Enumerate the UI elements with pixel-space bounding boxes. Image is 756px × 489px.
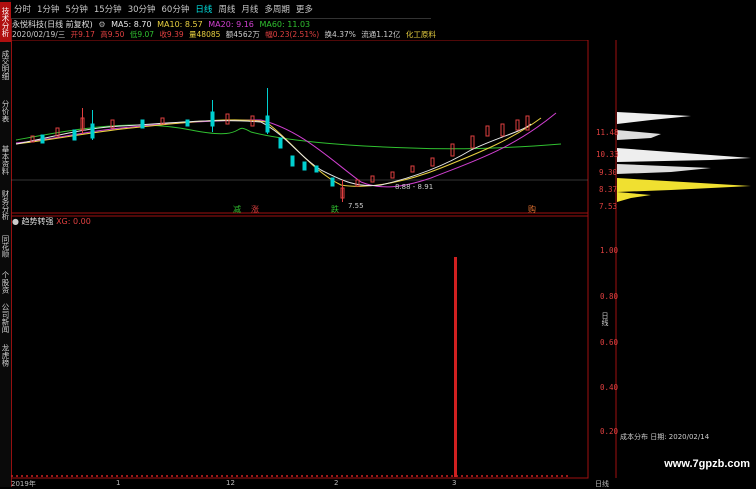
ma20-line: [15, 112, 557, 188]
stock-name: 永悦科技(日线 前复权): [12, 20, 93, 29]
toolbar-item[interactable]: 5分钟: [62, 3, 90, 15]
volume-label: 量48085: [189, 30, 221, 39]
high-label: 高9.50: [100, 30, 125, 39]
toolbar-item[interactable]: 月线: [238, 3, 261, 15]
y-axis-label: 8.37: [599, 185, 618, 194]
amount-label: 额4562万: [225, 30, 260, 39]
y-axis-label: 10.33: [596, 150, 619, 159]
stock-header-line2: 2020/02/19/三 开9.17 高9.50 低9.07 收9.39 量48…: [12, 29, 439, 39]
bottom-mark: 1: [116, 479, 121, 487]
signal-bar: [454, 257, 457, 477]
sub-side-label: 日线: [601, 312, 609, 326]
stock-header-line1: 永悦科技(日线 前复权) ⚙ MA5: 8.70 MA10: 8.57 MA20…: [12, 19, 313, 29]
period-toolbar: 分时 1分钟 5分钟 15分钟 30分钟 60分钟 日线 周线 月线 多周期 更多: [11, 0, 431, 19]
y-axis-label: 7.53: [599, 202, 618, 211]
chip-date-label: 成本分布 日期: 2020/02/14: [620, 433, 710, 441]
ma20-label: MA20: 9.16: [208, 20, 254, 29]
candlesticks: [30, 88, 530, 202]
bottom-right-label: 日线: [595, 480, 609, 488]
left-tab[interactable]: 龙虎榜: [0, 340, 11, 370]
signal-label: 跌: [331, 204, 339, 214]
close-label: 收9.39: [159, 30, 184, 39]
chart-canvas[interactable]: 7.55 8.88 - 8.91 减 涨 跌 购: [11, 40, 756, 480]
bottom-mark: 2: [334, 479, 339, 487]
change-label: 幅0.23(2.51%): [265, 30, 320, 39]
signal-label: 购: [528, 204, 536, 214]
bottom-date-label: 2019年: [11, 480, 36, 488]
indicator-title[interactable]: 趋势转强: [22, 217, 54, 226]
signal-label: 减: [233, 204, 241, 214]
bottom-mark: 3: [452, 479, 457, 487]
range-marker: 8.88 - 8.91: [395, 183, 433, 191]
sub-y-axis-label: 0.60: [600, 338, 619, 347]
indicator-header: ● 趋势转强 XG: 0.00: [12, 216, 91, 227]
toolbar-item[interactable]: 15分钟: [91, 3, 125, 15]
toolbar-item[interactable]: 分时: [11, 3, 34, 15]
sub-chart-frame: [11, 215, 589, 479]
left-tab[interactable]: 同花顺F10: [0, 228, 11, 264]
chip-distribution: [617, 112, 751, 202]
left-tab[interactable]: 公司新闻: [0, 300, 11, 336]
left-tab[interactable]: 基本资料: [0, 140, 11, 180]
y-axis-label: 9.30: [599, 168, 618, 177]
toolbar-item[interactable]: 30分钟: [125, 3, 159, 15]
float-label: 流通1.12亿: [361, 30, 401, 39]
ma5-label: MA5: 8.70: [111, 20, 152, 29]
sub-y-axis-label: 0.20: [600, 427, 619, 436]
turnover-label: 换4.37%: [324, 30, 356, 39]
left-tab[interactable]: 分价表: [0, 88, 11, 134]
open-label: 开9.17: [70, 30, 95, 39]
ma60-label: MA60: 11.03: [259, 20, 311, 29]
sub-y-axis-label: 1.00: [600, 246, 619, 255]
low-label: 低9.07: [129, 30, 155, 39]
signal-label: 涨: [251, 204, 259, 214]
date-label: 2020/02/19/三: [12, 30, 66, 39]
indicator-value: XG: 0.00: [56, 217, 91, 226]
left-tab[interactable]: 技术分析: [0, 2, 11, 42]
toolbar-item[interactable]: 更多: [293, 3, 316, 15]
sub-y-axis-label: 0.80: [600, 292, 619, 301]
indicator-dot-icon: ●: [12, 217, 19, 226]
left-tab[interactable]: 个股资讯: [0, 268, 11, 296]
toolbar-item[interactable]: 周线: [215, 3, 238, 15]
ma10-label: MA10: 8.57: [157, 20, 203, 29]
sub-y-axis-label: 0.40: [600, 383, 619, 392]
bottom-mark: 12: [226, 479, 235, 487]
settings-icon[interactable]: ⚙: [98, 20, 105, 29]
watermark: www.7gpzb.com: [664, 458, 750, 470]
toolbar-item[interactable]: 日线: [192, 3, 215, 15]
bottom-bar: 2019年 1 12 2 3 日线: [11, 479, 756, 488]
left-tab[interactable]: 成交明细: [0, 46, 11, 84]
toolbar-item[interactable]: 1分钟: [34, 3, 62, 15]
left-tab[interactable]: 财务分析: [0, 185, 11, 225]
toolbar-item[interactable]: 多周期: [261, 3, 293, 15]
industry-label: 化工原料: [405, 30, 436, 39]
toolbar-item[interactable]: 60分钟: [159, 3, 193, 15]
low-marker: 7.55: [348, 202, 364, 210]
y-axis-label: 11.48: [596, 128, 619, 137]
